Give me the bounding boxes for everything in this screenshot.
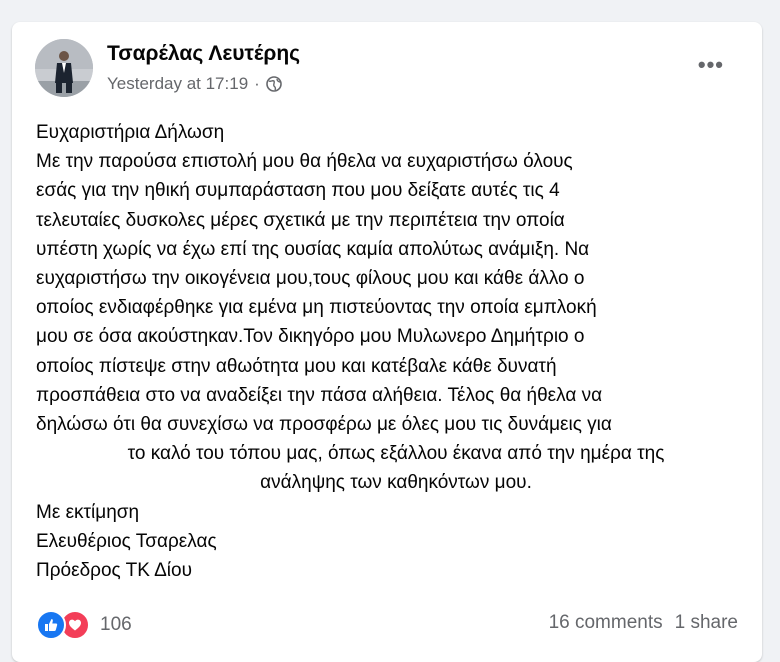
post-line: οποίος πίστεψε στην αθωότητα μου και κατ… bbox=[36, 355, 557, 377]
post-text: Ευχαριστήρια Δήλωση Με την παρούσα επιστ… bbox=[36, 118, 756, 585]
post-line: Ευχαριστήρια Δήλωση bbox=[36, 122, 225, 143]
post-line: ανάληψης των καθηκόντων μου. bbox=[260, 472, 532, 494]
globe-icon[interactable] bbox=[266, 76, 282, 92]
post-line: Με εκτίμηση bbox=[36, 501, 140, 523]
post-line: οποίος ενδιαφέρθηκε για εμένα μη πιστεύο… bbox=[36, 297, 597, 319]
reactions-summary[interactable]: 106 bbox=[36, 610, 132, 640]
engagement-stats: 16 comments 1 share bbox=[549, 612, 738, 634]
post-line: το καλό του τόπου μας, όπως εξάλλου έκαν… bbox=[127, 443, 665, 465]
post-line: τελευταίες δυσκολες μέρες σχετικά με την… bbox=[36, 209, 565, 231]
shares-count[interactable]: 1 share bbox=[675, 612, 738, 634]
more-options-icon[interactable]: ••• bbox=[698, 54, 724, 76]
post-line: Ελευθέριος Τσαρελας bbox=[36, 530, 217, 552]
post-line: εσάς για την ηθική συμπαράσταση που μου … bbox=[36, 180, 560, 202]
like-icon bbox=[36, 610, 66, 640]
avatar[interactable] bbox=[35, 39, 93, 97]
post-line: Πρόεδρος ΤΚ Δίου bbox=[36, 560, 192, 582]
author-name[interactable]: Τσαρέλας Λευτέρης bbox=[107, 42, 300, 66]
post-line: μου σε όσα ακούστηκαν.Τον δικηγόρο μου Μ… bbox=[36, 326, 585, 348]
post-line: Με την παρούσα επιστολή μου θα ήθελα να … bbox=[36, 151, 573, 173]
post-line: ευχαριστήσω την οικογένεια μου,τους φίλο… bbox=[36, 268, 585, 290]
post-meta: Yesterday at 17:19 · bbox=[107, 74, 282, 94]
profile-photo bbox=[35, 39, 93, 97]
post-card: Τσαρέλας Λευτέρης Yesterday at 17:19 · •… bbox=[12, 22, 762, 662]
reaction-count: 106 bbox=[100, 614, 132, 635]
post-timestamp[interactable]: Yesterday at 17:19 bbox=[107, 74, 248, 94]
post-line: δηλώσω ότι θα συνεχίσω να προσφέρω με όλ… bbox=[36, 414, 612, 436]
meta-separator: · bbox=[254, 74, 260, 93]
comments-count[interactable]: 16 comments bbox=[549, 612, 663, 634]
post-line: προσπάθεια στο να αναδείξει την πάσα αλή… bbox=[36, 384, 603, 406]
post-line: υπέστη χωρίς να έχω επί της ουσίας καμία… bbox=[36, 238, 590, 260]
